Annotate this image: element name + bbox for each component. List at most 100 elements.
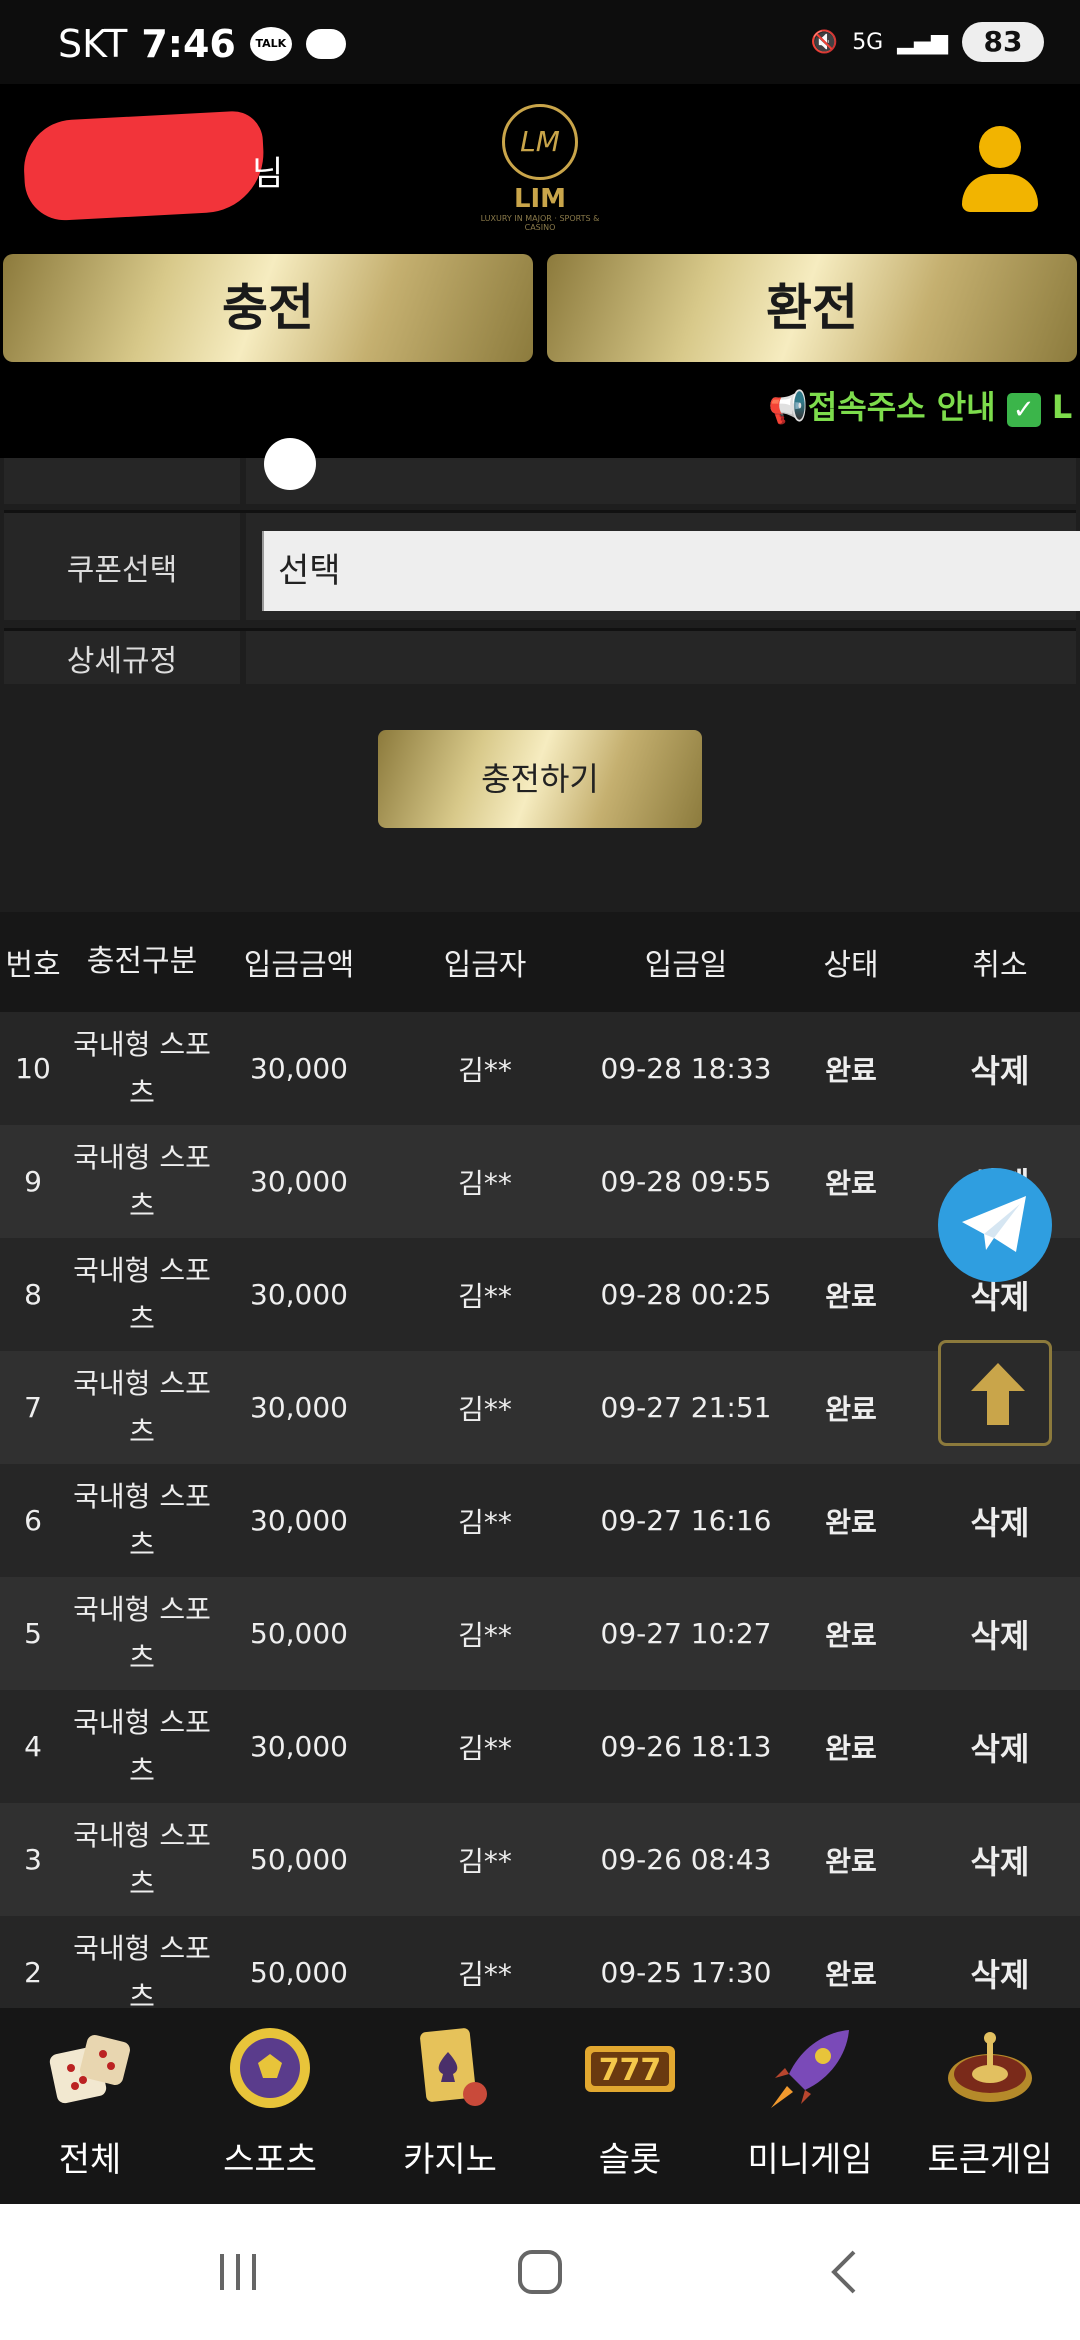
- cell-number: 4: [24, 1730, 42, 1763]
- cell-depositor: 김**: [458, 1505, 512, 1539]
- redacted-username: [21, 109, 267, 223]
- cell-depositor: 김**: [458, 1166, 512, 1200]
- header-cancel: 취소: [972, 948, 1028, 983]
- table-row: 10 국내형 스포츠 30,000 김** 09-28 18:33 완료 삭제: [0, 1012, 1080, 1125]
- cell-date: 09-27 21:51: [600, 1391, 772, 1424]
- nav-minigame[interactable]: 미니게임: [720, 2008, 900, 2204]
- nav-sports-label: 스포츠: [223, 2140, 317, 2180]
- table-row: 6 국내형 스포츠 30,000 김** 09-27 16:16 완료 삭제: [0, 1464, 1080, 1577]
- cell-amount: 50,000: [250, 1956, 348, 1989]
- nav-slot-label: 슬롯: [598, 2140, 662, 2180]
- delete-button[interactable]: 삭제: [920, 1724, 1080, 1770]
- user-profile-icon[interactable]: [962, 126, 1038, 216]
- cell-number: 5: [24, 1617, 42, 1650]
- cell-date: 09-28 09:55: [600, 1165, 772, 1198]
- nav-all-label: 전체: [58, 2140, 122, 2180]
- telegram-icon: [962, 1196, 1026, 1252]
- cell-type: 국내형 스포츠: [73, 1140, 211, 1222]
- scroll-top-button[interactable]: [938, 1340, 1052, 1446]
- logo-text: LIM: [513, 184, 567, 214]
- megaphone-icon: 📢: [768, 388, 808, 426]
- cell-depositor: 김**: [458, 1392, 512, 1426]
- nav-sports[interactable]: 스포츠: [180, 2008, 360, 2204]
- table-row: 9 국내형 스포츠 30,000 김** 09-28 09:55 완료 삭제: [0, 1125, 1080, 1238]
- delete-button[interactable]: 삭제: [920, 1046, 1080, 1092]
- header-depositor: 입금자: [443, 948, 527, 983]
- cell-date: 09-25 17:30: [600, 1956, 772, 1989]
- cell-type: 국내형 스포츠: [73, 1931, 211, 2009]
- cell-amount: 30,000: [250, 1504, 348, 1537]
- marquee-text: 접속주소 안내: [807, 388, 996, 426]
- charge-form: 쿠폰선택 선택 상세규정 충전하기: [0, 438, 1080, 912]
- delete-button[interactable]: 삭제: [920, 1611, 1080, 1657]
- back-icon[interactable]: [822, 2248, 870, 2296]
- nav-casino[interactable]: 카지노: [360, 2008, 540, 2204]
- clock-time: 7:46: [141, 22, 236, 66]
- recent-apps-icon[interactable]: [214, 2248, 262, 2296]
- cloud-icon: [305, 29, 346, 59]
- soccer-ball-icon: [230, 2028, 310, 2108]
- username-suffix: 님: [252, 154, 284, 194]
- cell-status: 완료: [825, 1053, 877, 1087]
- header-amount: 입금금액: [243, 948, 355, 983]
- delete-button[interactable]: 삭제: [920, 1950, 1080, 1996]
- cell-date: 09-26 18:13: [600, 1730, 772, 1763]
- cell-depositor: 김**: [458, 1279, 512, 1313]
- svg-text:777: 777: [599, 2053, 662, 2088]
- table-row: 3 국내형 스포츠 50,000 김** 09-26 08:43 완료 삭제: [0, 1803, 1080, 1916]
- delete-button[interactable]: 삭제: [920, 1498, 1080, 1544]
- cell-amount: 30,000: [250, 1730, 348, 1763]
- cell-status: 완료: [825, 1731, 877, 1765]
- telegram-button[interactable]: [938, 1168, 1052, 1282]
- charge-button[interactable]: 충전: [3, 254, 533, 362]
- site-header: 님 LM LIM LUXURY IN MAJOR · SPORTS & CASI…: [0, 84, 1080, 458]
- logo-subtitle: LUXURY IN MAJOR · SPORTS & CASINO: [480, 214, 600, 232]
- site-logo[interactable]: LM LIM LUXURY IN MAJOR · SPORTS & CASINO: [470, 104, 610, 234]
- delete-button[interactable]: 삭제: [920, 1837, 1080, 1883]
- cell-type: 국내형 스포츠: [73, 1592, 211, 1674]
- nav-slot[interactable]: 777 슬롯: [540, 2008, 720, 2204]
- cell-type: 국내형 스포츠: [73, 1253, 211, 1335]
- cell-number: 7: [24, 1391, 42, 1424]
- cell-number: 3: [24, 1843, 42, 1876]
- coupon-label: 쿠폰선택: [4, 513, 240, 620]
- cell-date: 09-27 16:16: [600, 1504, 772, 1537]
- header-number: 번호: [5, 948, 61, 983]
- system-navigation-bar: [0, 2204, 1080, 2340]
- dice-icon: [49, 2035, 130, 2104]
- arrow-up-icon: [971, 1363, 1025, 1425]
- roulette-icon: [948, 2032, 1032, 2102]
- logo-mark-icon: LM: [502, 104, 578, 180]
- cell-date: 09-26 08:43: [600, 1843, 772, 1876]
- cell-status: 완료: [825, 1957, 877, 1991]
- cell-amount: 50,000: [250, 1843, 348, 1876]
- nav-all[interactable]: 전체: [0, 2008, 180, 2204]
- cell-amount: 50,000: [250, 1617, 348, 1650]
- detail-rules-label: 상세규정: [4, 631, 240, 684]
- coupon-select[interactable]: 선택: [262, 531, 1080, 611]
- mute-icon: 🔇: [810, 29, 839, 55]
- cell-status: 완료: [825, 1166, 877, 1200]
- cell-number: 9: [24, 1165, 42, 1198]
- payment-option-row: [4, 438, 1076, 504]
- kakaotalk-icon: TALK: [249, 27, 292, 61]
- cell-type: 국내형 스포츠: [73, 1366, 211, 1448]
- home-icon[interactable]: [516, 2248, 564, 2296]
- cell-status: 완료: [825, 1505, 877, 1539]
- cell-number: 10: [15, 1052, 51, 1085]
- radio-button[interactable]: [264, 438, 316, 490]
- exchange-button[interactable]: 환전: [547, 254, 1077, 362]
- cell-type: 국내형 스포츠: [73, 1027, 211, 1109]
- slot-777-icon: 777: [585, 2046, 675, 2092]
- cell-amount: 30,000: [250, 1052, 348, 1085]
- battery-level: 83: [962, 22, 1044, 62]
- cell-status: 완료: [825, 1844, 877, 1878]
- cards-icon: [420, 2028, 487, 2106]
- cell-date: 09-28 00:25: [600, 1278, 772, 1311]
- rocket-icon: [771, 2030, 849, 2108]
- notice-marquee[interactable]: 📢접속주소 안내 ✓ L: [768, 382, 1072, 428]
- nav-minigame-label: 미니게임: [747, 2140, 873, 2180]
- charge-submit-button[interactable]: 충전하기: [378, 730, 702, 828]
- nav-token-game[interactable]: 토큰게임: [900, 2008, 1080, 2204]
- checkmark-icon: ✓: [1006, 393, 1041, 427]
